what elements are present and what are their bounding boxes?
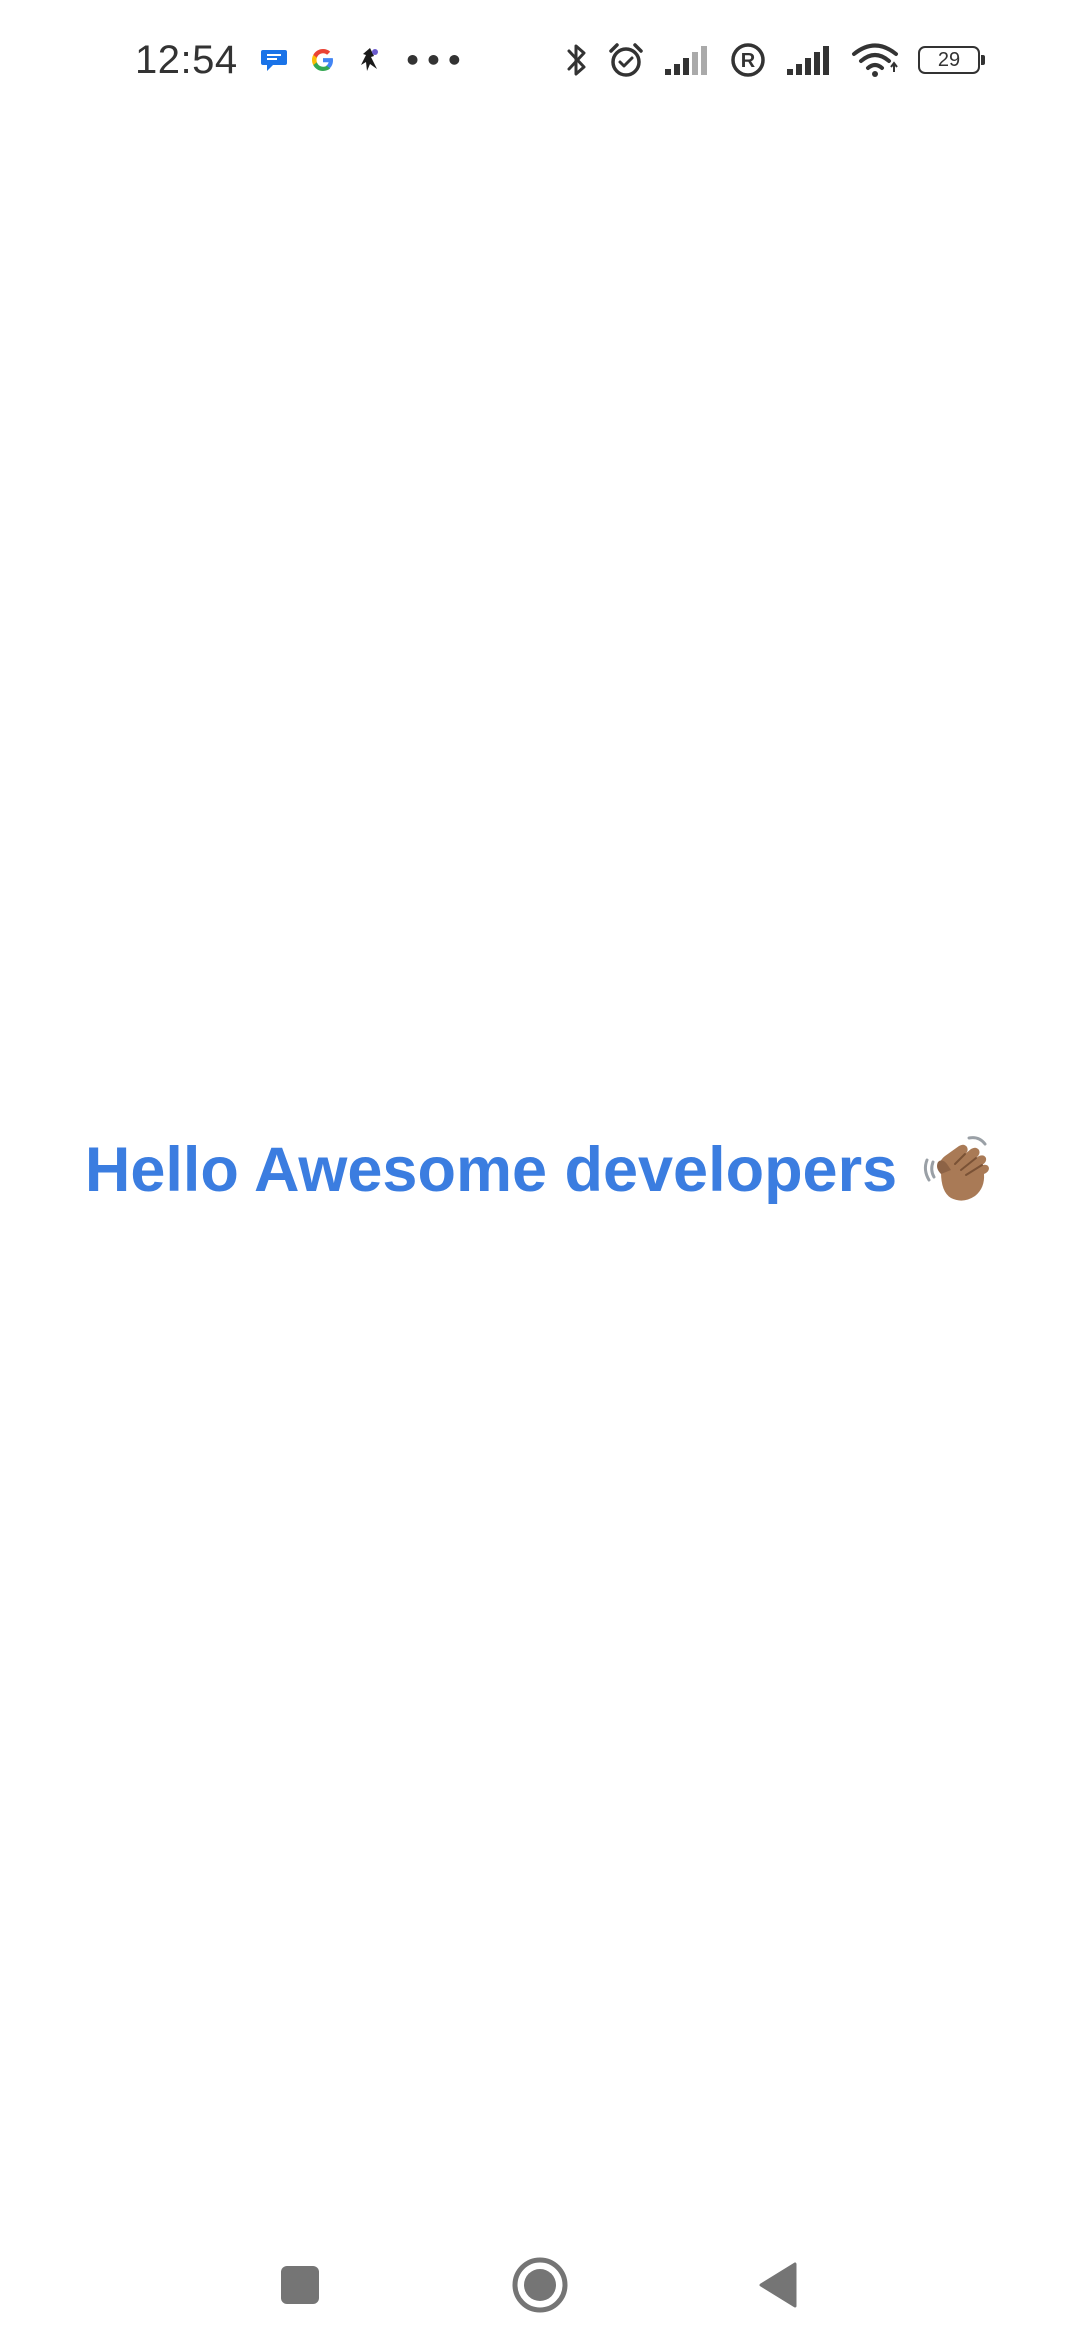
back-triangle-icon xyxy=(759,2262,797,2308)
app-screen: 12:54 ••• R 29 Hello Awesome developers xyxy=(0,0,1080,2340)
battery-level: 29 xyxy=(937,49,961,71)
roaming-icon: R xyxy=(729,41,767,79)
recents-button[interactable] xyxy=(265,2250,335,2320)
google-icon xyxy=(307,44,339,76)
wifi-icon xyxy=(851,41,899,79)
home-circle-icon xyxy=(512,2257,568,2313)
signal-icon xyxy=(785,43,833,77)
greeting-text: Hello Awesome developers xyxy=(84,1135,898,1205)
svg-text:R: R xyxy=(741,50,756,72)
signal-icon xyxy=(663,43,711,77)
status-bar-right: R 29 xyxy=(556,41,985,79)
square-icon xyxy=(281,2266,319,2304)
waving-hand-icon xyxy=(919,1132,995,1208)
app-notification-icon xyxy=(357,45,383,75)
main-content: Hello Awesome developers xyxy=(0,1120,1080,1220)
more-notifications-icon: ••• xyxy=(403,43,467,77)
alarm-icon xyxy=(607,41,645,79)
status-bar-left: 12:54 ••• xyxy=(135,38,466,83)
bluetooth-icon xyxy=(565,41,589,79)
status-bar: 12:54 ••• R 29 xyxy=(0,0,1080,120)
messages-icon xyxy=(259,45,289,75)
back-button[interactable] xyxy=(745,2250,815,2320)
home-button[interactable] xyxy=(505,2250,575,2320)
battery-icon: 29 xyxy=(918,46,985,74)
clock: 12:54 xyxy=(135,37,238,82)
greeting-heading: Hello Awesome developers xyxy=(85,1132,995,1208)
navigation-bar xyxy=(0,2230,1080,2340)
